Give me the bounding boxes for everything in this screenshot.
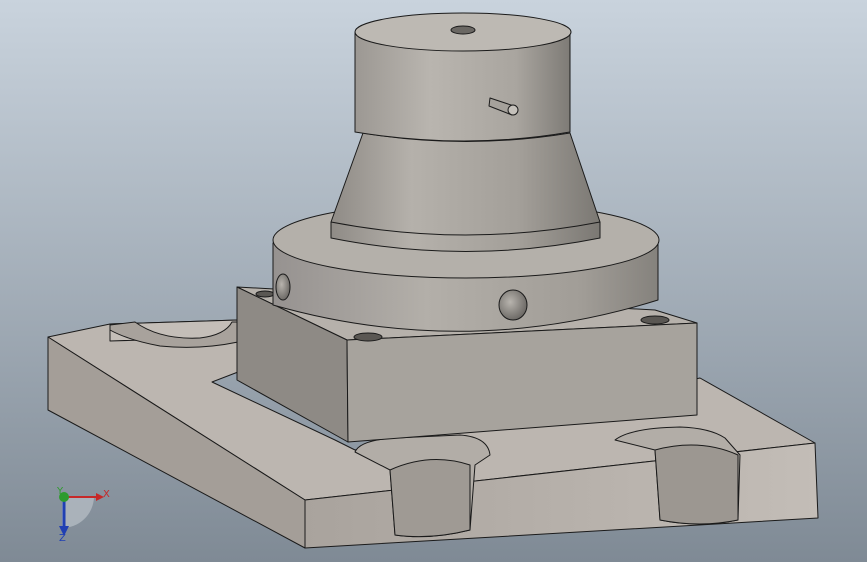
- top-cylinder: [354, 12, 572, 142]
- cad-3d-viewport[interactable]: X Y Z: [0, 0, 867, 562]
- riser-bolt-hole: [353, 332, 383, 342]
- flange-side-hole: [275, 273, 291, 301]
- tapered-cone: [330, 132, 601, 252]
- fixture-model[interactable]: X Y Z: [0, 0, 867, 562]
- riser-bolt-hole: [255, 290, 275, 298]
- z-axis-label: Z: [59, 533, 66, 544]
- riser-bolt-hole: [640, 315, 670, 325]
- top-center-hole: [450, 25, 476, 35]
- y-axis-label: Y: [56, 486, 64, 497]
- x-axis-label: X: [103, 489, 110, 500]
- flange-side-hole: [498, 289, 528, 321]
